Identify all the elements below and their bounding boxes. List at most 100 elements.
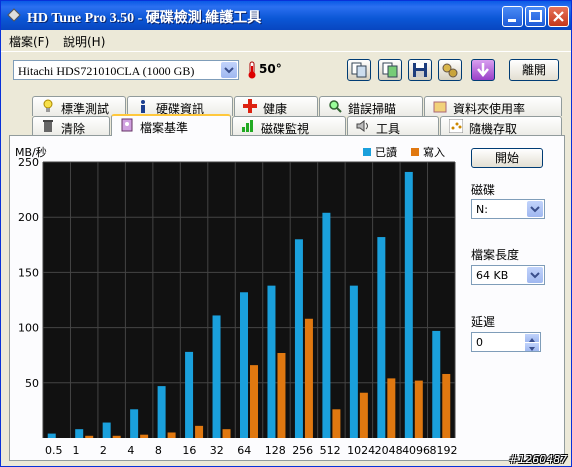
y-tick-label: 50 (25, 377, 39, 390)
legend-label-write: 寫入 (423, 145, 445, 159)
wrench-icon (442, 63, 458, 78)
bar-write (442, 373, 451, 438)
maximize-button[interactable] (525, 6, 546, 27)
bar-read (432, 330, 441, 438)
tab-error-scan[interactable]: 錯誤掃瞄 (319, 96, 423, 116)
tab-disk-monitor[interactable]: 磁碟監視 (232, 116, 346, 136)
thermometer-icon (248, 61, 256, 79)
magnifier-icon (329, 100, 342, 113)
bar-read (102, 422, 111, 438)
bar-write (112, 435, 121, 438)
x-tick-label: 4096 (402, 444, 430, 457)
bar-read (185, 351, 194, 438)
scatter-icon (449, 119, 463, 133)
toolbar: Hitachi HDS721010CLA (1000 GB) 50° 離開 (1, 51, 571, 88)
copy-screenshot-icon (382, 62, 398, 78)
legend-swatch-write (411, 148, 419, 156)
watermark: #1260487 (509, 453, 568, 466)
drive-select[interactable]: Hitachi HDS721010CLA (1000 GB) (13, 60, 239, 80)
menu-file[interactable]: 檔案(F) (9, 33, 49, 50)
chevron-down-icon[interactable] (527, 267, 543, 283)
close-button[interactable] (548, 6, 569, 27)
bar-write (85, 435, 94, 438)
bar-write (250, 365, 258, 438)
spin-down-icon[interactable] (525, 343, 539, 351)
copy-screenshot-button[interactable] (378, 59, 402, 81)
chevron-down-icon[interactable] (221, 62, 237, 78)
app-icon (7, 8, 21, 22)
x-tick-label: 2 (100, 444, 107, 457)
legend-label-read: 已讀 (375, 145, 397, 159)
save-icon (413, 63, 427, 77)
legend-swatch-read (363, 148, 371, 156)
download-button[interactable] (471, 59, 495, 81)
close-icon (553, 11, 564, 22)
menu-help[interactable]: 說明(H) (63, 33, 105, 50)
bar-read (294, 239, 303, 438)
tab-info[interactable]: 硬碟資訊 (127, 96, 233, 116)
x-tick-label: 8 (155, 444, 162, 457)
tab-benchmark[interactable]: 標準測試 (32, 96, 126, 116)
bar-read (75, 429, 84, 438)
temperature-value: 50° (259, 62, 282, 76)
title-bar[interactable]: HD Tune Pro 3.50 - 硬碟檢測.維護工具 (1, 1, 571, 30)
tab-erase[interactable]: 清除 (32, 116, 110, 136)
tab-folder-usage[interactable]: 資料夾使用率 (424, 96, 562, 116)
x-tick-label: 2048 (375, 444, 403, 457)
x-tick-label: 512 (320, 444, 341, 457)
x-tick-label: 64 (237, 444, 251, 457)
app-window: HD Tune Pro 3.50 - 硬碟檢測.維護工具 檔案(F) 說明(H)… (0, 0, 572, 467)
file-benchmark-icon (121, 118, 133, 132)
save-button[interactable] (408, 59, 432, 81)
chevron-down-icon[interactable] (527, 201, 543, 217)
file-length-label: 檔案長度 (471, 248, 520, 262)
tab-random-access[interactable]: 隨機存取 (440, 116, 562, 136)
x-tick-label: 0.5 (45, 444, 63, 457)
bar-read (404, 171, 413, 438)
bar-write (387, 378, 396, 438)
x-tick-label: 1024 (347, 444, 375, 457)
start-button[interactable]: 開始 (471, 148, 543, 168)
file-length-select[interactable]: 64 KB (471, 265, 545, 285)
y-tick-label: 150 (18, 266, 39, 279)
tab-file-benchmark[interactable]: 檔案基準 (111, 114, 231, 136)
options-button[interactable] (438, 59, 462, 81)
copy-text-button[interactable] (347, 59, 371, 81)
bar-write (414, 380, 423, 438)
transfer-rate-chart: 50100150200250MB/秒 已讀 寫入0.5 1 2 4 8 16 32 64 128 25… (15, 145, 458, 457)
spin-up-icon[interactable] (525, 334, 539, 342)
bar-write (304, 318, 313, 438)
tab-tools[interactable]: 工具 (347, 116, 439, 136)
x-tick-label: 1 (72, 444, 79, 457)
delay-spinner[interactable]: 0 (471, 332, 541, 352)
minimize-icon (508, 19, 516, 22)
x-tick-label: 4 (127, 444, 134, 457)
bar-read (349, 285, 358, 438)
tab-label: 資料夾使用率 (453, 102, 526, 116)
bar-read (47, 433, 56, 438)
bar-chart-icon (242, 120, 253, 132)
y-axis-label: MB/秒 (15, 145, 47, 159)
info-icon (141, 100, 145, 113)
speaker-icon (356, 120, 368, 132)
bar-read (377, 237, 386, 438)
lightbulb-icon (43, 99, 53, 112)
bar-read (322, 212, 331, 438)
x-tick-label: 8192 (430, 444, 458, 457)
exit-button[interactable]: 離開 (509, 59, 559, 81)
trash-icon (43, 120, 53, 132)
disk-select[interactable]: N: (471, 199, 545, 219)
arrow-down-icon (477, 63, 489, 77)
tab-health[interactable]: 健康 (234, 96, 318, 116)
minimize-button[interactable] (502, 6, 523, 27)
bar-write (332, 409, 341, 438)
bar-read (130, 409, 139, 438)
tab-label: 錯誤掃瞄 (348, 102, 397, 116)
bar-write (277, 352, 286, 438)
delay-value: 0 (476, 336, 483, 349)
maximize-icon (529, 10, 542, 22)
folder-icon (433, 101, 447, 113)
y-tick-label: 200 (18, 211, 39, 224)
tab-label: 標準測試 (61, 102, 110, 116)
bar-write (222, 429, 231, 438)
